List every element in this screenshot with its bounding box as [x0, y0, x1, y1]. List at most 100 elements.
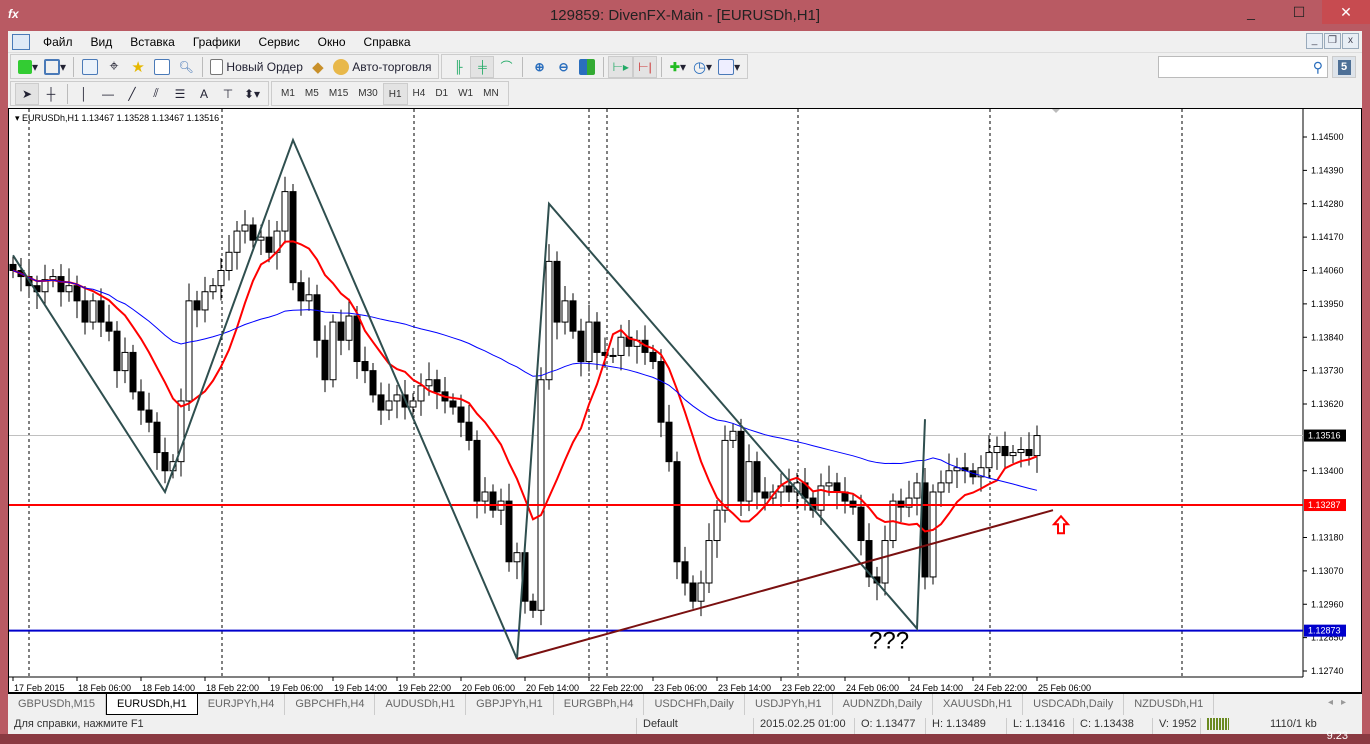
zoom-in-button[interactable]: ⊕: [527, 56, 551, 78]
bar-chart-button[interactable]: ╟: [446, 56, 470, 78]
chart-tab[interactable]: NZDUSDh,H1: [1124, 694, 1215, 715]
auto-trading-button[interactable]: Авто-торговля: [330, 56, 435, 78]
menu-insert[interactable]: Вставка: [121, 35, 184, 49]
candle-body: [393, 394, 401, 402]
chart-tab[interactable]: XAUUSDh,H1: [933, 694, 1024, 715]
data-window-button[interactable]: ⌖: [102, 56, 126, 78]
candle-body: [745, 461, 753, 502]
menu-tools[interactable]: Сервис: [250, 35, 309, 49]
candle: [201, 276, 209, 323]
crosshair-tool[interactable]: ┼: [39, 83, 63, 105]
zoom-out-icon: ⊖: [558, 59, 569, 74]
menu-charts[interactable]: Графики: [184, 35, 250, 49]
tab-scroll-arrows-icon[interactable]: ◂▸: [1328, 697, 1354, 708]
candle-body: [617, 336, 625, 356]
candle-body: [569, 300, 577, 332]
status-high: H: 1.13489: [925, 718, 986, 734]
chart-tab[interactable]: GBPUSDh,M15: [8, 694, 107, 715]
chart-window[interactable]: 1.14500 1.14390 1.14280 1.14170 1.14060 1.139…: [8, 108, 1362, 693]
arrows-tool[interactable]: ⬍ ▾: [240, 83, 264, 105]
candle: [329, 314, 337, 388]
candle: [929, 484, 937, 585]
maximize-button[interactable]: ☐: [1276, 0, 1322, 24]
new-order-button[interactable]: Новый Ордер: [207, 56, 306, 78]
candlestick-button[interactable]: ╪: [470, 55, 495, 78]
candle: [305, 277, 313, 311]
candle-body: [489, 491, 497, 511]
chart-tab[interactable]: GBPJPYh,H1: [466, 694, 554, 715]
zoom-out-button[interactable]: ⊖: [551, 56, 575, 78]
timeframe-d1[interactable]: D1: [430, 83, 453, 105]
timeframe-mn[interactable]: MN: [478, 83, 504, 105]
market-watch-button[interactable]: [78, 56, 102, 78]
terminal-button[interactable]: [150, 56, 174, 78]
candle: [945, 453, 953, 493]
candle-body: [1025, 449, 1033, 457]
chart-tab[interactable]: USDJPYh,H1: [745, 694, 833, 715]
candle-body: [9, 263, 17, 272]
notifications-button[interactable]: 5: [1332, 56, 1356, 78]
chart-tab[interactable]: AUDNZDh,Daily: [833, 694, 934, 715]
close-button[interactable]: ✕: [1322, 0, 1370, 24]
templates-button[interactable]: ▾: [715, 56, 743, 78]
strategy-tester-button[interactable]: 🔍︎: [174, 56, 198, 78]
menu-bar: Файл Вид Вставка Графики Сервис Окно Спр…: [8, 31, 1362, 53]
chart-shift-button[interactable]: ⊢|: [632, 55, 657, 78]
candle-body: [233, 230, 241, 253]
chart-tab[interactable]: USDCADh,Daily: [1023, 694, 1125, 715]
chart-tab[interactable]: AUDUSDh,H1: [375, 694, 467, 715]
taskbar-clock: 9:23: [1326, 730, 1348, 742]
auto-scroll-button[interactable]: ⊢▸: [608, 55, 633, 78]
text-label-tool[interactable]: ⊤: [216, 83, 240, 105]
indicators-button[interactable]: ✚ ▾: [666, 56, 690, 78]
timeframe-m1[interactable]: M1: [276, 83, 300, 105]
menu-file[interactable]: Файл: [34, 35, 82, 49]
chart-tabs: GBPUSDh,M15 EURUSDh,H1 EURJPYh,H4 GBPCHFh,H…: [8, 693, 1362, 715]
vertical-line-tool[interactable]: │: [72, 83, 96, 105]
candle: [881, 525, 889, 596]
navigator-button[interactable]: ★: [126, 56, 150, 78]
fibonacci-tool[interactable]: ☰: [168, 83, 192, 105]
terminal-window: Файл Вид Вставка Графики Сервис Окно Спр…: [8, 31, 1362, 735]
horizontal-line-tool[interactable]: —: [96, 83, 120, 105]
price-tick-label: 1.13180: [1311, 533, 1344, 543]
metaeditor-button[interactable]: ◆: [306, 56, 330, 78]
chart-window-icon[interactable]: [12, 33, 30, 50]
chart-tab[interactable]: EURJPYh,H4: [198, 694, 286, 715]
timeframe-h4[interactable]: H4: [408, 83, 431, 105]
candle-body: [681, 561, 689, 584]
candle-body: [321, 339, 329, 381]
timeframe-w1[interactable]: W1: [453, 83, 478, 105]
timeframe-m5[interactable]: M5: [300, 83, 324, 105]
chart-tab[interactable]: USDCHFh,Daily: [644, 694, 745, 715]
equidistant-channel-tool[interactable]: ⫽: [144, 83, 168, 105]
profiles-button[interactable]: ▾: [41, 56, 69, 78]
line-chart-button[interactable]: ⌒: [494, 56, 518, 78]
timeframe-m15[interactable]: M15: [324, 83, 353, 105]
mdi-restore-button[interactable]: ❐: [1324, 33, 1341, 49]
candle-body: [161, 452, 169, 472]
price-chart[interactable]: 1.14500 1.14390 1.14280 1.14170 1.14060 1.139…: [9, 109, 1361, 692]
chart-tab[interactable]: EURUSDh,H1: [106, 694, 198, 715]
search-input[interactable]: ⚲: [1158, 56, 1328, 78]
candle: [561, 285, 569, 335]
text-tool[interactable]: A: [192, 83, 216, 105]
trendline-tool[interactable]: ╱: [120, 83, 144, 105]
menu-help[interactable]: Справка: [355, 35, 420, 49]
chart-tab[interactable]: GBPCHFh,H4: [285, 694, 376, 715]
candle-body: [73, 285, 81, 302]
periods-button[interactable]: ◷ ▾: [690, 56, 715, 78]
new-chart-button[interactable]: ▾: [15, 56, 41, 78]
timeframe-h1[interactable]: H1: [382, 82, 408, 105]
chart-tab[interactable]: EURGBPh,H4: [554, 694, 645, 715]
timeframe-m30[interactable]: M30: [353, 83, 382, 105]
search-icon[interactable]: ⚲: [1313, 59, 1323, 76]
menu-window[interactable]: Окно: [309, 35, 355, 49]
tile-windows-button[interactable]: [575, 56, 599, 78]
cursor-tool[interactable]: ➤: [15, 82, 39, 105]
menu-view[interactable]: Вид: [82, 35, 122, 49]
mdi-close-button[interactable]: x: [1342, 33, 1359, 49]
mdi-minimize-button[interactable]: _: [1306, 33, 1323, 49]
minimize-button[interactable]: _: [1228, 0, 1274, 24]
status-time: 2015.02.25 01:00: [753, 718, 846, 734]
